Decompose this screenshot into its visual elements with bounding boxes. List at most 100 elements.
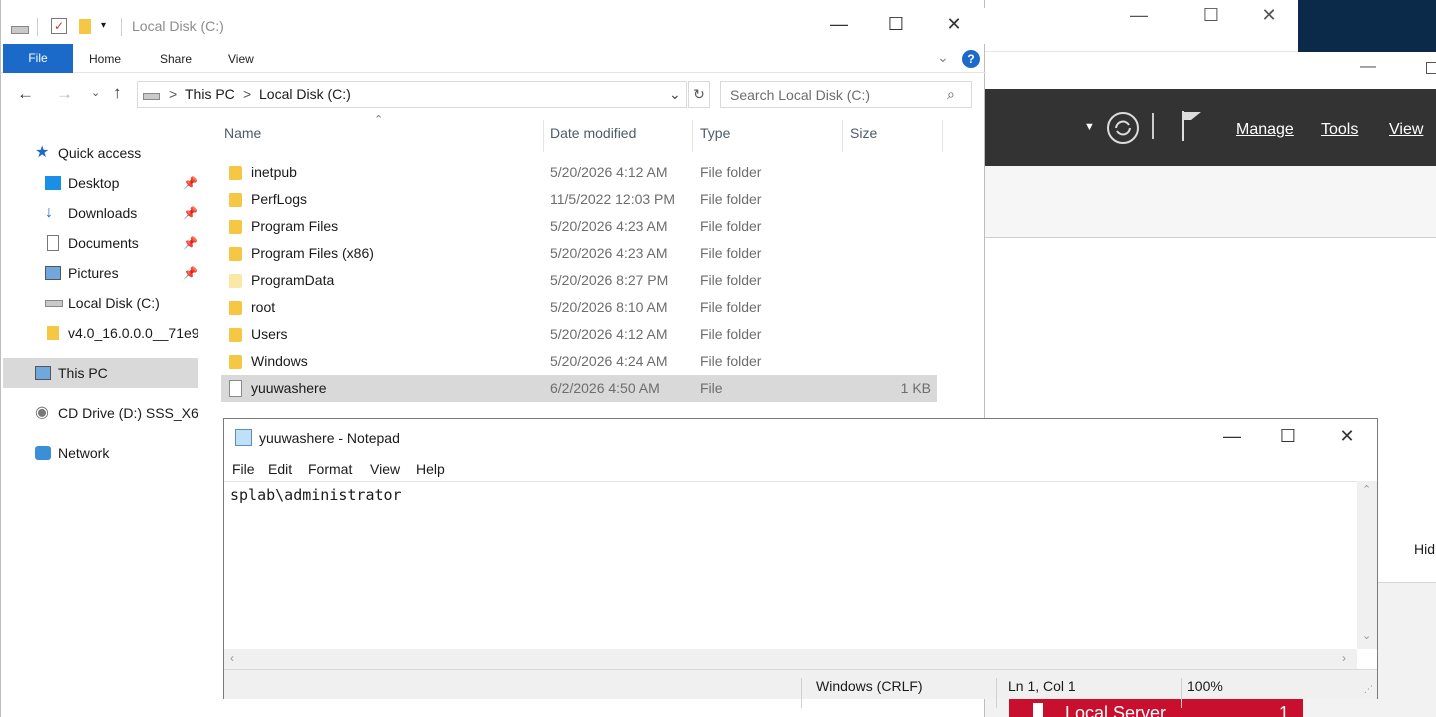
- maximize-icon[interactable]: ☐: [1265, 426, 1311, 447]
- properties-icon[interactable]: ✓: [51, 18, 67, 34]
- minimize-icon[interactable]: —: [816, 14, 862, 35]
- minimize-icon[interactable]: —: [1360, 58, 1376, 76]
- tab-share[interactable]: Share: [160, 52, 192, 66]
- notepad-text-area[interactable]: splab\administrator: [224, 481, 1357, 649]
- pin-icon[interactable]: 📌: [183, 228, 198, 258]
- flag-icon[interactable]: [1180, 109, 1204, 143]
- file-date: 5/20/2026 4:23 AM: [550, 218, 668, 234]
- chevron-down-icon[interactable]: ⌄: [669, 86, 681, 103]
- forward-icon[interactable]: →: [56, 84, 73, 104]
- file-date: 5/20/2026 8:10 AM: [550, 299, 668, 315]
- horizontal-scrollbar[interactable]: ‹ ›: [224, 649, 1357, 669]
- breadcrumb-this-pc[interactable]: This PC: [185, 86, 235, 102]
- file-date: 5/20/2026 4:12 AM: [550, 164, 668, 180]
- help-icon[interactable]: ?: [962, 50, 980, 68]
- column-header-size[interactable]: Size: [850, 125, 877, 141]
- vertical-scrollbar[interactable]: ⌃ ⌄: [1357, 481, 1377, 649]
- column-header-date[interactable]: Date modified: [550, 125, 636, 141]
- file-type: File folder: [700, 164, 762, 180]
- folder-icon: [229, 220, 242, 234]
- nav-desktop[interactable]: Desktop 📌: [3, 168, 198, 198]
- menu-manage[interactable]: Manage: [1236, 121, 1294, 139]
- menu-edit[interactable]: Edit: [268, 461, 292, 477]
- file-name: yuuwashere: [251, 380, 327, 396]
- file-row[interactable]: PerfLogs 11/5/2022 12:03 PM File folder: [221, 186, 937, 213]
- resize-grip-icon[interactable]: ⋰: [1364, 684, 1373, 695]
- column-header-type[interactable]: Type: [700, 125, 730, 141]
- folder-icon: [47, 326, 59, 340]
- back-icon[interactable]: ←: [17, 84, 34, 104]
- nav-network[interactable]: Network: [3, 438, 198, 468]
- minimize-icon[interactable]: —: [1114, 6, 1164, 26]
- expand-ribbon-icon[interactable]: ⌄: [937, 49, 949, 66]
- column-divider[interactable]: [842, 120, 843, 152]
- recent-locations-icon[interactable]: ⌄: [91, 86, 100, 99]
- file-row-selected[interactable]: yuuwashere 6/2/2026 4:50 AM File 1 KB: [221, 375, 937, 402]
- notepad-icon: [235, 429, 252, 446]
- local-server-count: 1: [1279, 703, 1290, 717]
- nav-this-pc[interactable]: This PC: [3, 358, 198, 388]
- file-row[interactable]: ProgramData 5/20/2026 8:27 PM File folde…: [221, 267, 937, 294]
- close-icon[interactable]: ✕: [931, 14, 977, 35]
- nav-pictures[interactable]: Pictures 📌: [3, 258, 198, 288]
- column-divider[interactable]: [692, 120, 693, 152]
- column-divider[interactable]: [543, 120, 544, 152]
- file-row[interactable]: root 5/20/2026 8:10 AM File folder: [221, 294, 937, 321]
- menu-view[interactable]: View: [370, 461, 400, 477]
- sort-ascending-icon: ⌃: [374, 114, 384, 126]
- tab-view[interactable]: View: [228, 52, 254, 66]
- search-input[interactable]: Search Local Disk (C:) ⌕: [720, 81, 972, 108]
- hide-link[interactable]: Hid: [1414, 541, 1435, 557]
- nav-folder-v4[interactable]: v4.0_16.0.0.0__71e9b: [3, 318, 198, 348]
- nav-documents[interactable]: Documents 📌: [3, 228, 198, 258]
- dropdown-arrow-icon[interactable]: ▼: [1084, 121, 1095, 133]
- pin-icon[interactable]: 📌: [183, 258, 198, 288]
- menu-format[interactable]: Format: [308, 461, 352, 477]
- minimize-icon[interactable]: —: [1209, 426, 1255, 447]
- file-row[interactable]: inetpub 5/20/2026 4:12 AM File folder: [221, 159, 937, 186]
- nav-local-disk[interactable]: Local Disk (C:): [3, 288, 198, 318]
- maximize-icon[interactable]: ☐: [873, 14, 919, 35]
- nav-downloads[interactable]: ↓ Downloads 📌: [3, 198, 198, 228]
- close-icon[interactable]: ✕: [1324, 426, 1370, 447]
- address-row: ← → ⌄ ↑ > This PC > Local Disk (C:) ⌄ ↻ …: [1, 73, 986, 117]
- file-row[interactable]: Program Files (x86) 5/20/2026 4:23 AM Fi…: [221, 240, 937, 267]
- refresh-icon[interactable]: [1106, 111, 1140, 145]
- maximize-icon[interactable]: [1426, 62, 1436, 74]
- file-name: root: [251, 299, 276, 315]
- tab-home[interactable]: Home: [89, 52, 121, 66]
- scroll-left-icon[interactable]: ‹: [230, 651, 234, 665]
- file-row[interactable]: Program Files 5/20/2026 4:23 AM File fol…: [221, 213, 937, 240]
- drive-icon: [143, 93, 160, 100]
- status-divider: [996, 678, 997, 708]
- tab-file[interactable]: File: [3, 44, 73, 73]
- customize-toolbar-icon[interactable]: ▾: [101, 20, 106, 31]
- address-bar[interactable]: > This PC > Local Disk (C:) ⌄: [137, 81, 687, 108]
- local-server-tile[interactable]: Local Server 1: [1009, 699, 1303, 717]
- pin-icon[interactable]: 📌: [183, 168, 198, 198]
- pictures-icon: [45, 266, 61, 280]
- nav-quick-access[interactable]: ★ Quick access: [3, 138, 198, 168]
- file-row[interactable]: Users 5/20/2026 4:12 AM File folder: [221, 321, 937, 348]
- menu-view[interactable]: View: [1389, 121, 1423, 139]
- menu-tools[interactable]: Tools: [1321, 121, 1358, 139]
- nav-cd-drive[interactable]: ◉ CD Drive (D:) SSS_X64: [3, 398, 198, 428]
- new-folder-icon[interactable]: [79, 19, 91, 34]
- maximize-icon[interactable]: ☐: [1186, 6, 1236, 26]
- column-divider[interactable]: [942, 120, 943, 152]
- scroll-down-icon[interactable]: ⌄: [1362, 629, 1371, 642]
- window-title: Local Disk (C:): [132, 18, 224, 34]
- column-header-name[interactable]: Name: [224, 125, 261, 141]
- file-row[interactable]: Windows 5/20/2026 4:24 AM File folder: [221, 348, 937, 375]
- scroll-right-icon[interactable]: ›: [1342, 651, 1346, 665]
- computer-icon: [35, 366, 51, 380]
- notepad-statusbar: Windows (CRLF) Ln 1, Col 1 100% ⋰: [224, 669, 1377, 708]
- menu-file[interactable]: File: [232, 461, 255, 477]
- breadcrumb-local-disk[interactable]: Local Disk (C:): [259, 86, 351, 102]
- close-icon[interactable]: ✕: [1244, 6, 1294, 26]
- up-icon[interactable]: ↑: [113, 83, 122, 103]
- refresh-icon[interactable]: ↻: [688, 81, 710, 108]
- menu-help[interactable]: Help: [416, 461, 445, 477]
- pin-icon[interactable]: 📌: [183, 198, 198, 228]
- scroll-up-icon[interactable]: ⌃: [1362, 483, 1371, 496]
